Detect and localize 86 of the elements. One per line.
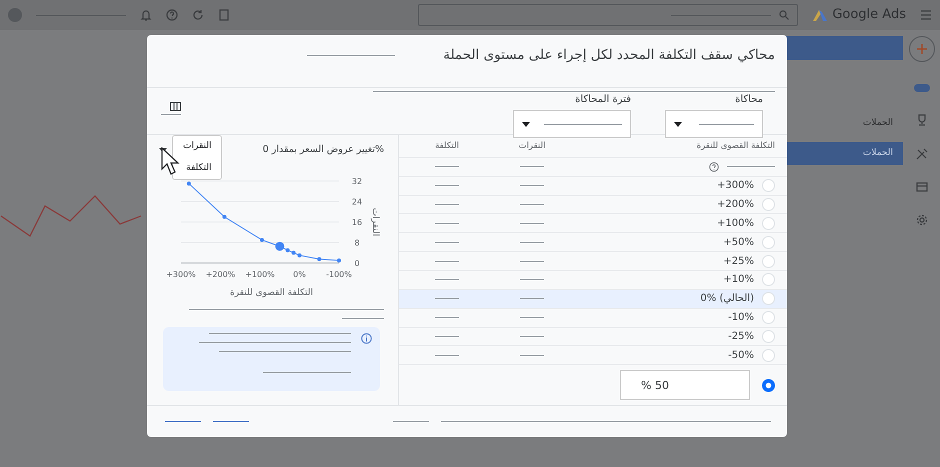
redacted-line: [520, 336, 544, 337]
redacted-line: [393, 421, 429, 422]
redacted-line: [520, 298, 544, 300]
redacted-line: [435, 185, 459, 186]
plus-icon: [916, 43, 928, 55]
x-tick-label: -100%: [326, 270, 352, 280]
redacted-line: [435, 204, 459, 205]
column-header: النقرات: [518, 140, 546, 152]
y-tick-label: 24: [352, 198, 362, 207]
redacted-line: [161, 114, 181, 115]
bid-change: +200%: [717, 198, 754, 212]
bid-change: +25%: [723, 254, 754, 269]
refresh-icon[interactable]: [192, 9, 204, 21]
redacted-line: [520, 166, 544, 168]
bell-icon[interactable]: [140, 9, 152, 21]
redacted-line: [435, 242, 459, 243]
logo-icon: [812, 8, 828, 22]
redacted-line: [435, 336, 459, 337]
action-link[interactable]: [213, 420, 249, 422]
trophy-icon[interactable]: [916, 114, 928, 126]
redacted-line: [342, 318, 384, 319]
action-link[interactable]: [165, 420, 201, 422]
search-icon: [779, 10, 790, 20]
redacted-line: [435, 354, 459, 356]
help-icon[interactable]: [709, 162, 719, 172]
redacted-line: [435, 279, 459, 280]
bid-change: +100%: [717, 216, 754, 231]
redacted-line: [520, 317, 544, 318]
x-tick-label: 0%: [293, 270, 306, 280]
y-axis-title: النقرات: [370, 208, 380, 236]
menu-item[interactable]: التكلفة: [183, 162, 212, 175]
dialog-title: محاكي سقف التكلفة المحدد لكل إجراء على مستوى الحملة: [443, 46, 775, 65]
control-label: فترة المحاكاة: [575, 93, 631, 107]
card-icon[interactable]: [916, 182, 928, 192]
control-label: محاكاة: [735, 93, 763, 107]
columns-icon[interactable]: [170, 102, 181, 111]
add-button[interactable]: [908, 36, 934, 62]
redacted-line: [520, 185, 544, 186]
x-tick-label: +200%: [206, 270, 236, 280]
gear-icon[interactable]: [916, 214, 928, 226]
bid-change: -50%: [728, 348, 754, 363]
search-field[interactable]: [418, 4, 798, 26]
bid-change: 0% (الحالي): [700, 292, 754, 306]
y-tick-label: 32: [352, 177, 362, 186]
chart-title: %تغيير عروض السعر بمقدار 0: [262, 143, 384, 157]
x-tick-label: +300%: [166, 270, 196, 280]
radio-button[interactable]: [762, 378, 775, 392]
redacted-line: [435, 298, 459, 300]
redacted-line: [520, 279, 544, 280]
redacted-line: [520, 242, 544, 243]
tools-icon[interactable]: [916, 148, 928, 160]
menu-icon[interactable]: [920, 10, 932, 20]
bid-change: -25%: [728, 330, 754, 344]
x-tick-label: +100%: [245, 270, 275, 280]
redacted-line: [520, 354, 544, 356]
redacted-line: [435, 222, 459, 224]
sidebar-item[interactable]: الحملات: [785, 142, 903, 165]
redacted-line: [520, 222, 544, 224]
document-icon[interactable]: [218, 9, 230, 21]
redacted-line: [435, 317, 459, 318]
column-header: التكلفة: [435, 140, 459, 152]
app-name: Google Ads: [832, 6, 906, 24]
y-tick-label: 8: [354, 238, 360, 248]
redacted-line: [435, 260, 459, 262]
column-header: التكلفة القصوى للنقرة: [696, 140, 775, 152]
bid-change: +300%: [717, 179, 754, 194]
redacted-line: [727, 166, 775, 168]
bid-change: +10%: [723, 273, 754, 288]
caret-icon: [522, 122, 530, 126]
y-tick-label: 0: [354, 259, 360, 268]
y-tick-label: 16: [352, 218, 362, 228]
avatar-icon: [8, 8, 22, 22]
bid-change: -10%: [728, 311, 754, 326]
x-axis-title: التكلفة القصوى للنقرة: [229, 287, 314, 300]
dropdown[interactable]: [513, 110, 631, 138]
toggle-icon[interactable]: [914, 84, 930, 92]
redacted-line: [435, 166, 459, 168]
redacted-line: [520, 260, 544, 262]
bid-change: +50%: [723, 236, 754, 250]
redacted-line: [520, 204, 544, 205]
percent-field[interactable]: % 50: [620, 370, 750, 400]
dropdown[interactable]: [665, 110, 763, 138]
caret-icon: [674, 122, 682, 126]
info-icon: [361, 332, 372, 344]
help-icon[interactable]: [166, 9, 178, 21]
menu-item[interactable]: النقرات: [183, 140, 212, 154]
